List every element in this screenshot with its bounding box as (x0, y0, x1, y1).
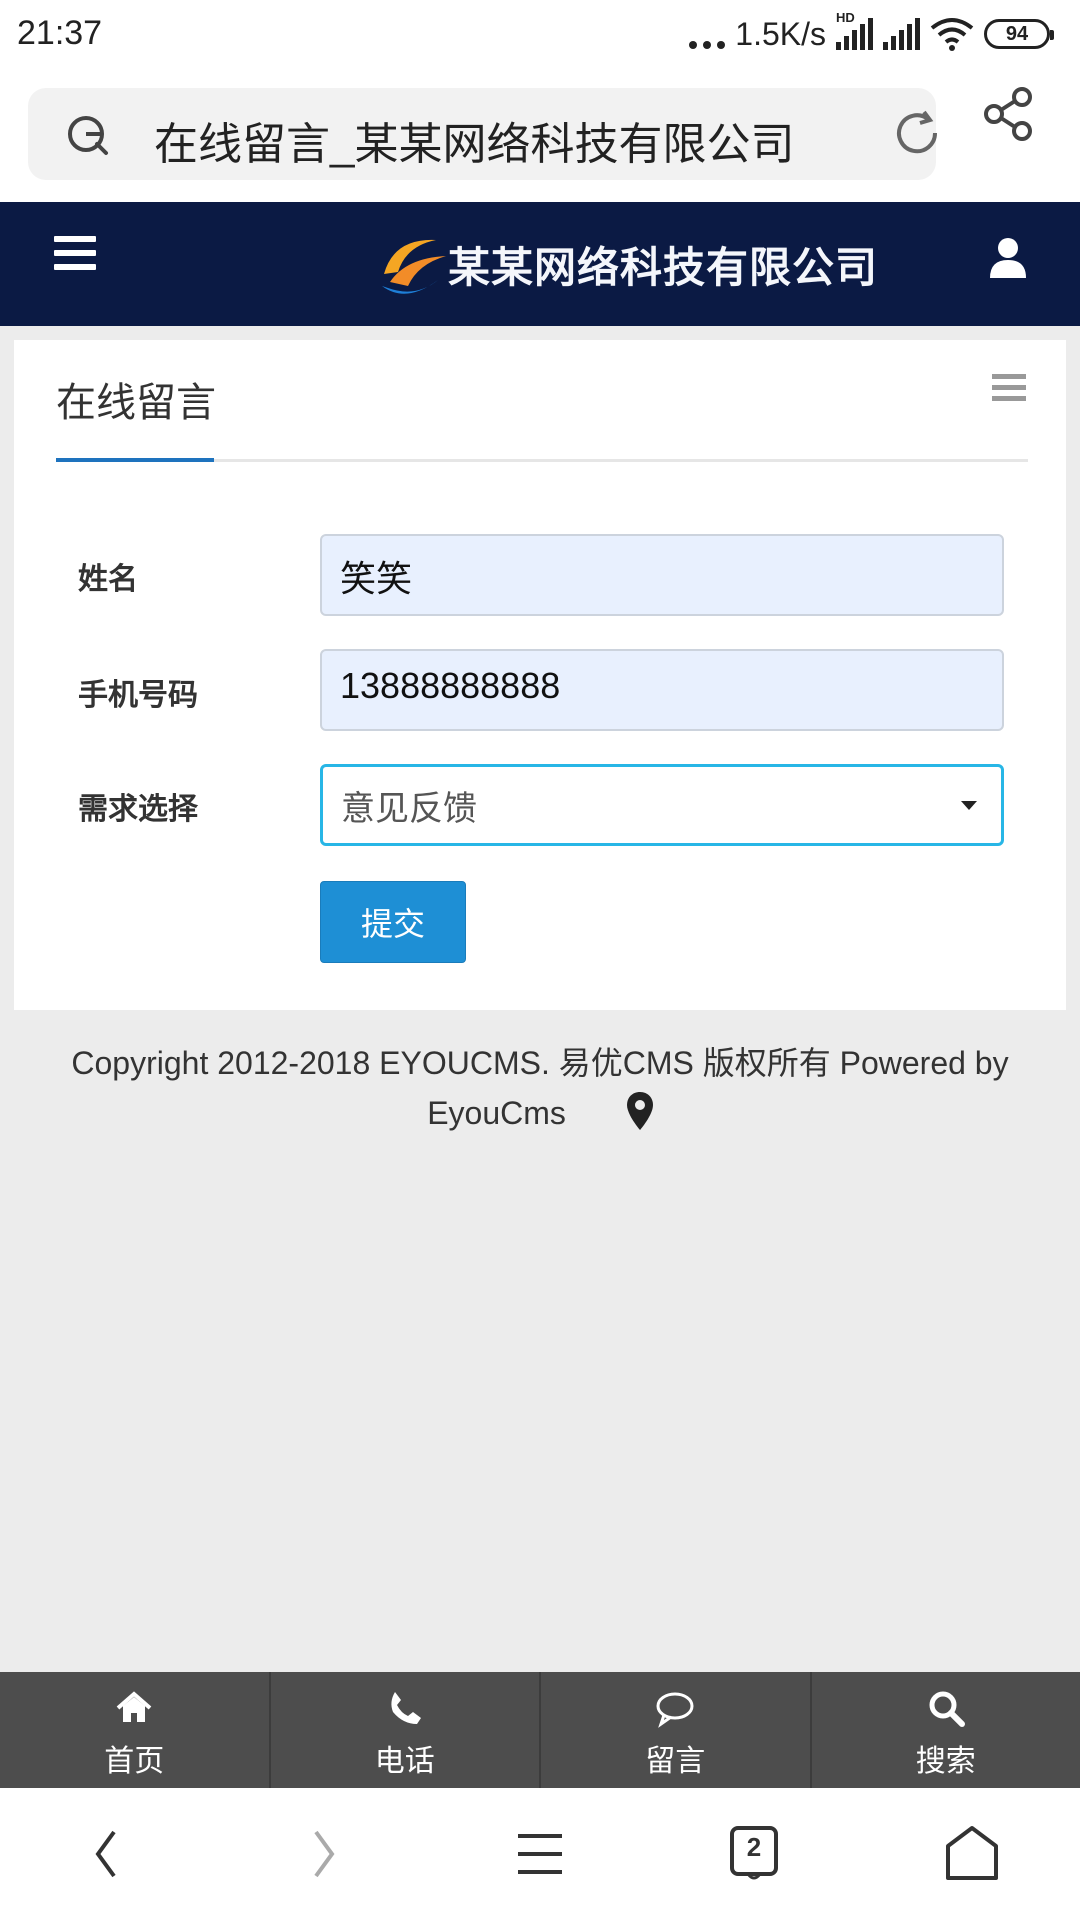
copyright-line2-wrap: EyouCms (30, 1088, 1050, 1138)
hd-label: HD (836, 10, 855, 25)
phone-label: 手机号码 (78, 679, 198, 712)
copyright-line2: EyouCms (427, 1095, 566, 1131)
more-dots-icon (689, 19, 726, 49)
nav-search-label: 搜索 (915, 1745, 976, 1778)
name-label: 姓名 (78, 563, 138, 596)
nav-message[interactable]: 留言 (541, 1672, 812, 1788)
browser-bar: 在线留言_某某网络科技有限公司 (0, 68, 1080, 202)
status-indicators: 1.5K/s HD 94 (689, 10, 1054, 56)
copyright: Copyright 2012-2018 EYOUCMS. 易优CMS 版权所有 … (30, 1038, 1050, 1138)
active-tab-indicator (56, 458, 214, 462)
nav-phone-label: 电话 (374, 1745, 435, 1778)
message-icon (656, 1692, 694, 1728)
logo-text: 某某网络科技有限公司 (448, 243, 879, 291)
share-icon[interactable] (980, 86, 1036, 142)
back-icon[interactable] (78, 1824, 138, 1884)
hd-signal-icon: HD (836, 10, 873, 50)
browser-search-icon (68, 116, 108, 155)
cell-signal-icon (883, 18, 920, 50)
list-menu-icon[interactable] (992, 374, 1026, 406)
home-icon (116, 1691, 152, 1722)
need-label: 需求选择 (78, 793, 198, 826)
message-panel: 在线留言 姓名 笑笑 手机号码 13888888888 需求选择 意见反馈 提交 (14, 340, 1066, 1010)
home-button-icon[interactable] (942, 1824, 1002, 1884)
page-title: 在线留言_某某网络科技有限公司 (154, 120, 795, 169)
nav-message-label: 留言 (645, 1745, 706, 1778)
nav-search[interactable]: 搜索 (812, 1672, 1080, 1788)
need-select-value: 意见反馈 (341, 790, 477, 828)
phone-field[interactable]: 13888888888 (320, 649, 1004, 731)
bottom-nav: 首页 电话 留言 搜索 (0, 1672, 1080, 1788)
user-icon[interactable] (988, 236, 1028, 280)
wifi-icon (930, 18, 974, 51)
status-time: 21:37 (17, 14, 103, 52)
net-speed: 1.5K/s (735, 15, 826, 52)
submit-button[interactable]: 提交 (320, 881, 466, 963)
nav-phone[interactable]: 电话 (271, 1672, 541, 1788)
search-icon (929, 1691, 965, 1727)
forward-icon[interactable] (292, 1824, 352, 1884)
address-bar[interactable]: 在线留言_某某网络科技有限公司 (28, 88, 938, 180)
name-field[interactable]: 笑笑 (320, 534, 1004, 616)
need-select[interactable]: 意见反馈 (320, 764, 1004, 846)
tab-count: 2 (746, 1832, 762, 1862)
battery-icon: 94 (984, 19, 1054, 49)
panel-title: 在线留言 (56, 381, 216, 425)
nav-home-label: 首页 (104, 1745, 165, 1778)
site-header: 某某网络科技有限公司 (0, 202, 1080, 326)
status-bar: 21:37 1.5K/s HD 94 (0, 0, 1080, 68)
logo-mark-icon (382, 239, 446, 294)
browser-menu-icon[interactable] (510, 1824, 570, 1884)
battery-level: 94 (1005, 22, 1029, 45)
phone-icon (391, 1692, 421, 1724)
hamburger-menu-icon[interactable] (54, 236, 96, 274)
tabs-button[interactable]: 2 (724, 1824, 784, 1884)
copyright-line1: Copyright 2012-2018 EYOUCMS. 易优CMS 版权所有 … (71, 1045, 1009, 1081)
map-pin-icon[interactable] (626, 1092, 653, 1130)
company-logo[interactable]: 某某网络科技有限公司 (376, 228, 878, 300)
reload-icon[interactable] (890, 106, 944, 160)
dropdown-caret-icon (961, 801, 977, 810)
system-nav-bar: 2 (0, 1788, 1080, 1920)
nav-home[interactable]: 首页 (0, 1672, 271, 1788)
